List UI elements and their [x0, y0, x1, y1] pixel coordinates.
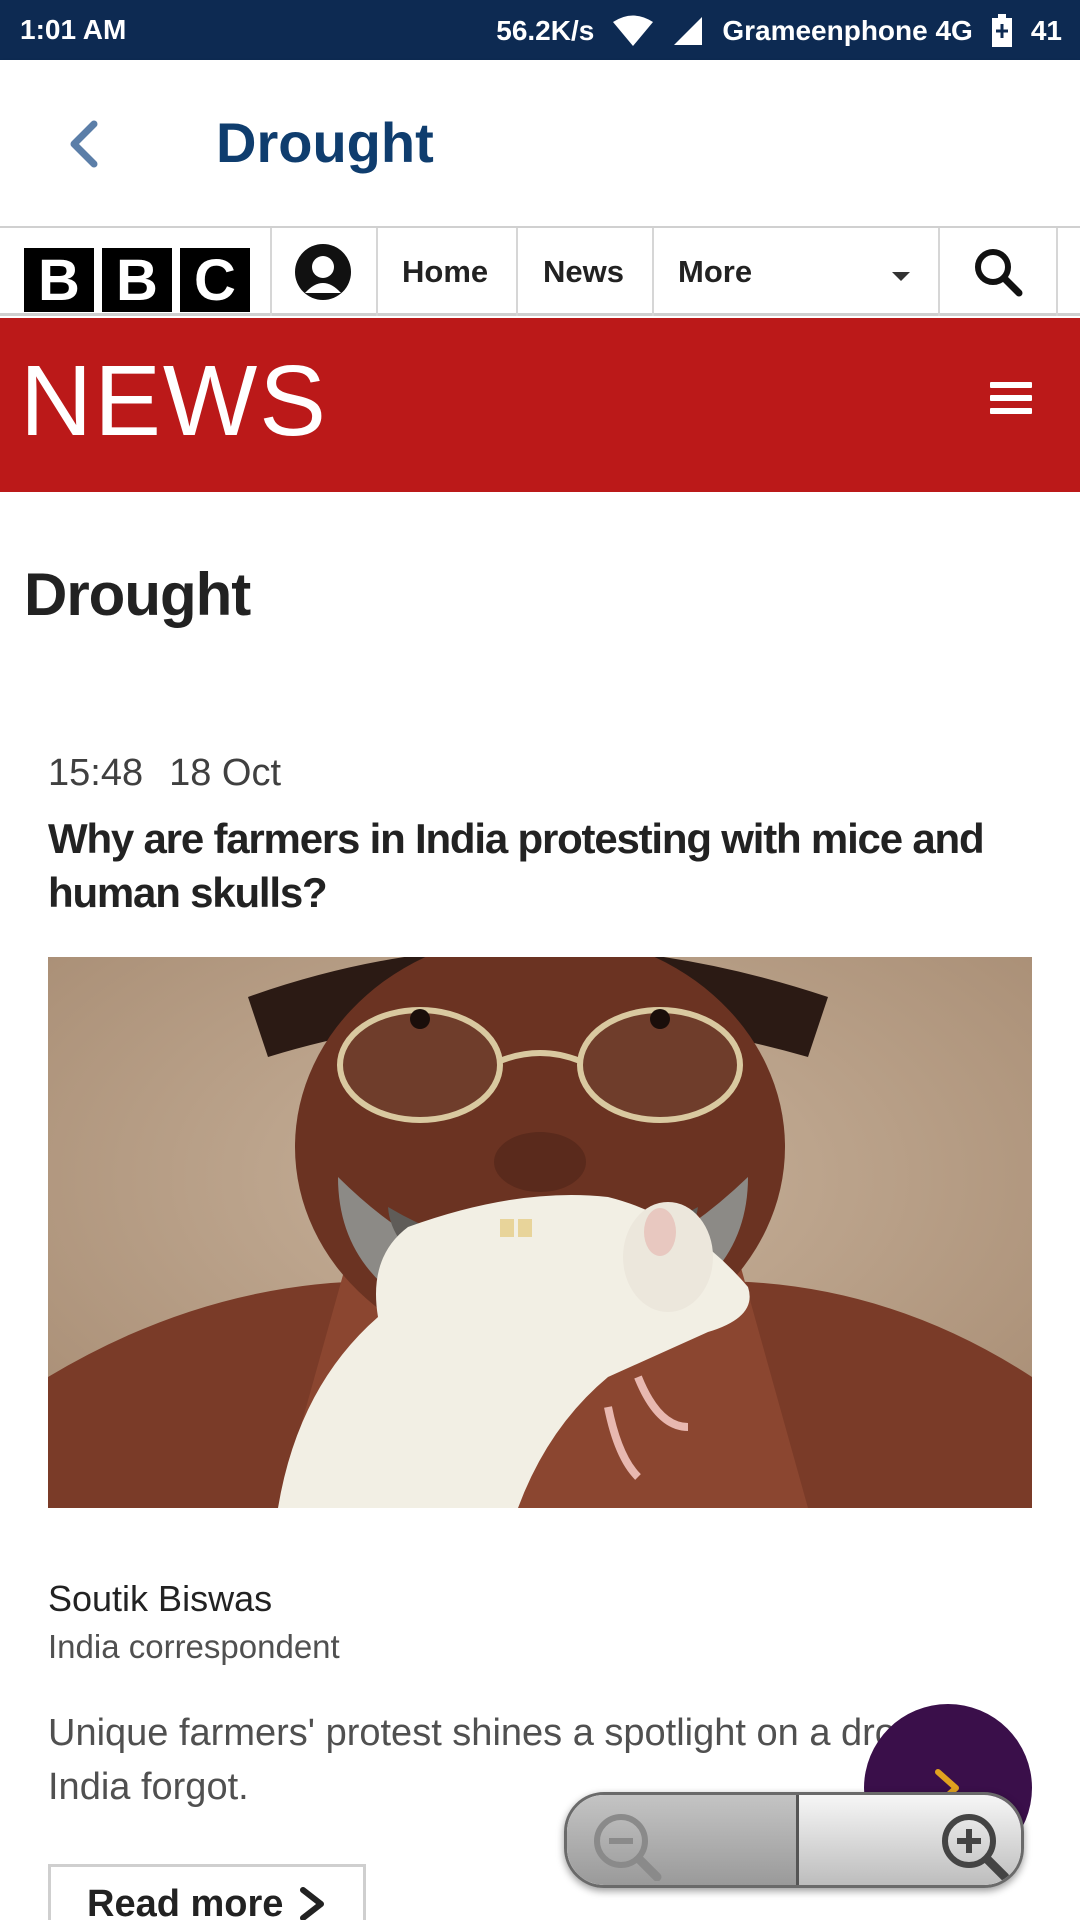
author-name: Soutik Biswas: [48, 1578, 273, 1619]
zoom-out-icon: [594, 1814, 662, 1881]
article-time: 15:48: [48, 752, 144, 794]
hamburger-menu-icon[interactable]: [990, 382, 1032, 416]
bbc-top-nav: B B C Home News More: [0, 228, 1080, 316]
battery-level: 41: [1030, 15, 1062, 46]
status-time: 1:01 AM: [20, 14, 127, 45]
chevron-right-icon: [300, 1887, 325, 1920]
nav-divider: [1056, 228, 1058, 316]
status-bar: 1:01 AM 56.2K/s Grameenphone 4G 41: [0, 0, 1080, 60]
network-speed: 56.2K/s: [496, 15, 595, 46]
bbc-logo-letter: B: [24, 248, 94, 313]
page-title: Drought: [24, 561, 251, 628]
article-timestamp: 15:48 18 Oct: [48, 752, 281, 795]
read-more-button[interactable]: Read more: [48, 1864, 366, 1920]
zoom-in-icon: [941, 1814, 1010, 1881]
chevron-left-icon: [70, 120, 98, 168]
account-button[interactable]: [270, 228, 376, 316]
back-button[interactable]: [56, 114, 116, 174]
article-image[interactable]: [48, 957, 1032, 1508]
nav-divider: [376, 228, 378, 316]
nav-divider: [516, 228, 518, 316]
search-icon: [975, 249, 1023, 297]
article-headline[interactable]: Why are farmers in India protesting with…: [48, 812, 1008, 920]
news-banner: NEWS: [0, 318, 1080, 492]
nav-link-news[interactable]: News: [543, 228, 624, 316]
nav-link-home[interactable]: Home: [402, 228, 488, 316]
account-icon: [295, 244, 351, 300]
article-date: 18 Oct: [169, 752, 282, 794]
caret-down-icon: [892, 272, 910, 281]
bbc-logo[interactable]: B B C: [24, 248, 250, 313]
nav-link-more[interactable]: More: [678, 228, 752, 316]
author-role: India correspondent: [48, 1628, 340, 1665]
zoom-in-button[interactable]: [795, 1795, 1021, 1885]
read-more-label: Read more: [87, 1882, 284, 1920]
carrier-name: Grameenphone 4G: [722, 15, 973, 46]
zoom-control: [564, 1792, 1024, 1888]
wifi-icon: [612, 15, 654, 47]
news-wordmark[interactable]: NEWS: [20, 344, 328, 459]
app-title: Drought: [216, 111, 434, 174]
bbc-logo-letter: C: [180, 248, 250, 313]
search-button[interactable]: [940, 228, 1056, 316]
signal-icon: [672, 15, 704, 47]
zoom-out-button[interactable]: [567, 1795, 796, 1885]
nav-divider: [652, 228, 654, 316]
battery-icon: [991, 14, 1013, 48]
app-bar: Drought: [0, 60, 1080, 228]
bbc-logo-letter: B: [102, 248, 172, 313]
